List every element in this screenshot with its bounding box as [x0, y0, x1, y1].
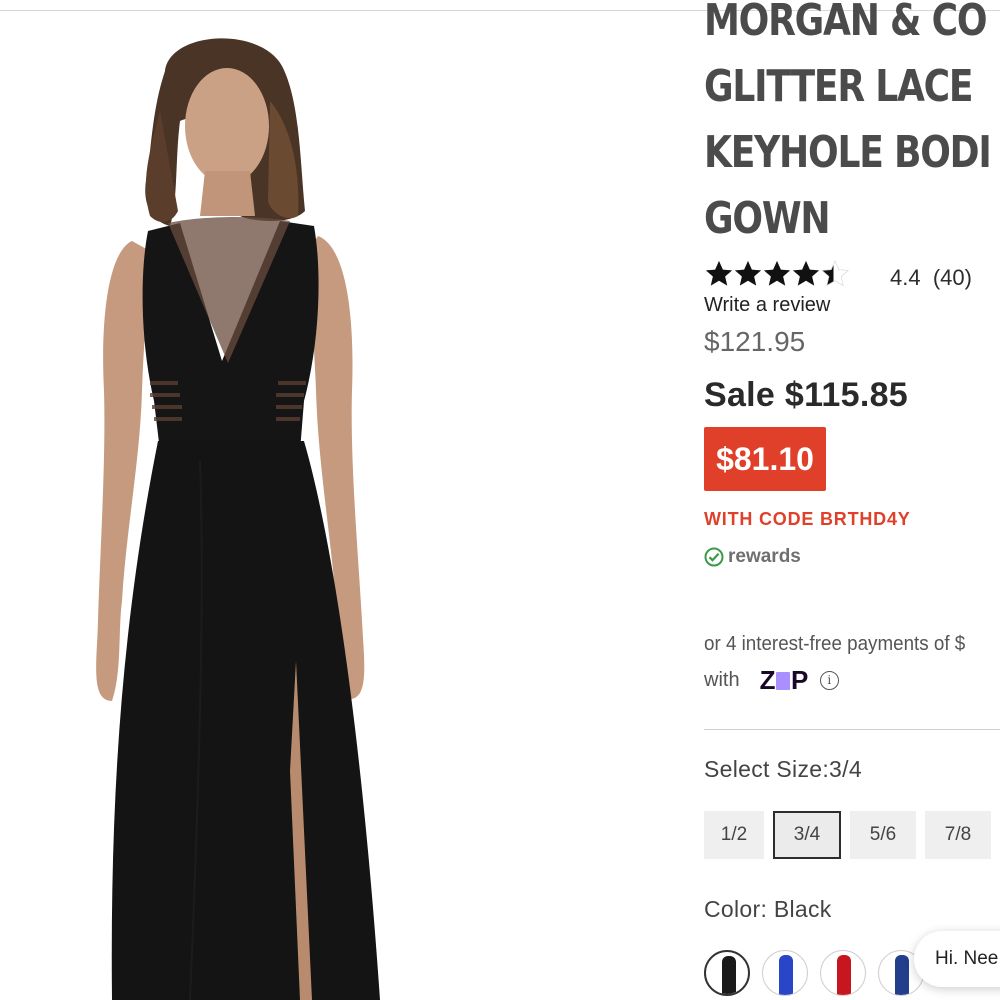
star-icon: [705, 260, 733, 286]
size-option[interactable]: 5/6: [850, 811, 916, 859]
star-icon: [734, 260, 762, 286]
color-swatch-red[interactable]: [820, 950, 866, 996]
size-option[interactable]: 7/8: [925, 811, 991, 859]
zip-logo[interactable]: ZP: [760, 665, 809, 696]
color-swatch-royal-blue[interactable]: [762, 950, 808, 996]
product-image[interactable]: [0, 11, 680, 1000]
size-options: 1/2 3/4 5/6 7/8: [704, 811, 1000, 859]
title-line: KEYHOLE BODI: [704, 127, 992, 178]
half-star-icon: [820, 259, 850, 287]
size-option-selected[interactable]: 3/4: [773, 811, 841, 859]
size-option[interactable]: 1/2: [704, 811, 764, 859]
installments-text: or 4 interest-free payments of $: [704, 633, 966, 655]
color-label: Color: Black: [704, 896, 832, 922]
product-title: MORGAN & CO GLITTER LACE KEYHOLE BODI GO…: [704, 0, 1000, 252]
write-review-link[interactable]: Write a review: [704, 294, 830, 317]
rating-score: 4.4: [890, 265, 921, 290]
star-icon: [792, 260, 820, 286]
section-divider: [704, 729, 1000, 730]
title-line: GOWN: [704, 193, 831, 244]
star-rating[interactable]: [704, 259, 850, 295]
promo-code-text: WITH CODE BRTHD4Y: [704, 509, 911, 529]
rewards-label: rewards: [728, 546, 801, 567]
product-info: MORGAN & CO GLITTER LACE KEYHOLE BODI GO…: [704, 0, 1000, 1000]
title-line: MORGAN & CO: [704, 0, 988, 46]
title-line: GLITTER LACE: [704, 61, 974, 112]
chat-widget-bubble[interactable]: Hi. Nee: [914, 931, 1000, 987]
rating-count: (40): [932, 265, 972, 290]
gown-photo: [96, 38, 381, 1000]
sale-price: Sale $115.85: [704, 376, 909, 414]
check-circle-icon: [704, 547, 724, 567]
zip-with-label: with: [704, 668, 740, 691]
rating-summary: 4.4 (40): [890, 265, 972, 291]
zip-payment-row: with ZP i: [704, 662, 839, 698]
color-swatches: [704, 950, 936, 996]
color-swatch-black[interactable]: [704, 950, 750, 996]
info-icon[interactable]: i: [819, 670, 839, 690]
star-icon: [763, 260, 791, 286]
original-price: $121.95: [704, 326, 806, 357]
rewards-indicator: rewards: [704, 546, 801, 568]
size-label: Select Size:3/4: [704, 756, 862, 782]
promo-price-badge: $81.10: [704, 427, 826, 491]
